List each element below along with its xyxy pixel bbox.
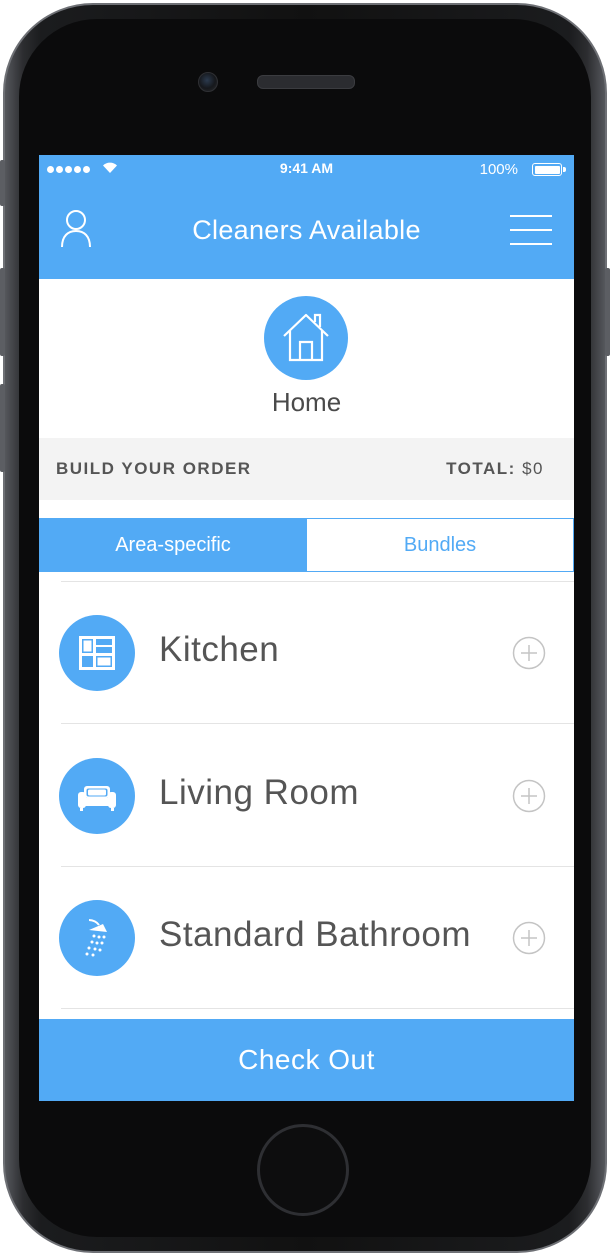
list-divider bbox=[61, 1008, 574, 1009]
side-button bbox=[0, 160, 5, 206]
add-circle-icon[interactable] bbox=[512, 921, 546, 955]
home-button[interactable] bbox=[257, 1124, 349, 1216]
shower-icon bbox=[85, 919, 107, 957]
sofa-icon-badge bbox=[59, 758, 135, 834]
order-total: TOTAL: $0 bbox=[446, 459, 544, 479]
add-circle-icon[interactable] bbox=[512, 779, 546, 813]
segmented-control: Area-specific Bundles bbox=[39, 518, 574, 572]
list-item-standard-bathroom[interactable]: Standard Bathroom bbox=[39, 867, 574, 1009]
earpiece-speaker bbox=[257, 75, 355, 89]
list-item-living-room[interactable]: Living Room bbox=[39, 725, 574, 867]
tab-area-specific[interactable]: Area-specific bbox=[40, 519, 306, 571]
list-item-label: Kitchen bbox=[159, 630, 280, 669]
location-label: Home bbox=[271, 387, 342, 417]
order-summary-bar: BUILD YOUR ORDER TOTAL: $0 bbox=[39, 438, 574, 500]
shower-icon-badge bbox=[59, 900, 135, 976]
location-icon-badge bbox=[264, 296, 348, 380]
kitchen-icon bbox=[79, 636, 115, 670]
list-divider bbox=[61, 723, 574, 724]
build-order-label: BUILD YOUR ORDER bbox=[56, 459, 252, 478]
volume-up-button bbox=[0, 268, 5, 356]
total-label: TOTAL: bbox=[446, 459, 516, 478]
navigation-bar: Cleaners Available bbox=[39, 185, 574, 279]
status-bar: 9:41 AM 100% bbox=[39, 155, 574, 185]
power-button bbox=[605, 268, 610, 356]
home-icon bbox=[283, 313, 329, 362]
checkout-button[interactable]: Check Out bbox=[39, 1019, 574, 1101]
tab-bundles[interactable]: Bundles bbox=[306, 519, 573, 571]
total-value: $0 bbox=[522, 459, 544, 478]
kitchen-icon-badge bbox=[59, 615, 135, 691]
add-circle-icon[interactable] bbox=[512, 636, 546, 670]
menu-icon[interactable] bbox=[510, 213, 552, 247]
list-item-label: Standard Bathroom bbox=[159, 915, 472, 954]
list-item-label: Living Room bbox=[159, 773, 360, 812]
battery-percentage: 100% bbox=[479, 161, 518, 178]
battery-icon bbox=[532, 163, 566, 176]
app-screen: 9:41 AM 100% Cleaners Available Home BUI… bbox=[39, 155, 574, 1101]
front-camera bbox=[198, 72, 218, 92]
nav-title: Cleaners Available bbox=[192, 215, 421, 245]
list-item-kitchen[interactable]: Kitchen bbox=[39, 582, 574, 724]
sofa-icon bbox=[78, 786, 116, 811]
volume-down-button bbox=[0, 384, 5, 472]
